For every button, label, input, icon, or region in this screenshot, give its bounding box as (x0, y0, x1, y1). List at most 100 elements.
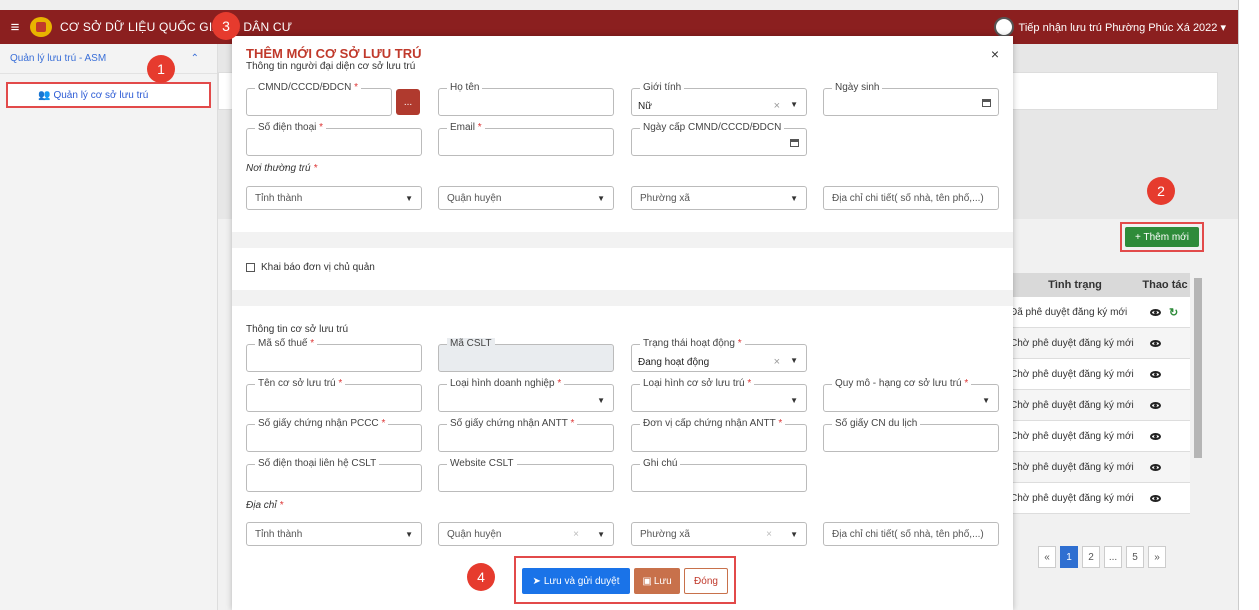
page-last[interactable]: » (1148, 546, 1166, 568)
cmnd-field[interactable]: CMND/CCCD/ĐDCN * (246, 82, 392, 116)
phone-field[interactable]: Số điện thoại * (246, 122, 422, 156)
dob-field[interactable]: Ngày sinh (823, 82, 999, 116)
lodging-type-select[interactable]: Loại hình cơ sở lưu trú * ▼ (631, 378, 807, 412)
business-type-select[interactable]: Loại hình doanh nghiệp * ▼ (438, 378, 614, 412)
users-icon: 👥 (38, 89, 51, 101)
lodging-name-label: Tên cơ sở lưu trú (258, 378, 336, 389)
province-select[interactable]: Tỉnh thành ▼ (246, 186, 422, 210)
issue-date-field[interactable]: Ngày cấp CMND/CCCD/ĐDCN (631, 122, 807, 156)
table-row: Chờ phê duyệt đăng ký mới (1010, 328, 1190, 359)
window-scrollbar[interactable] (1238, 0, 1259, 610)
page-2[interactable]: 2 (1082, 546, 1100, 568)
page-1[interactable]: 1 (1060, 546, 1078, 568)
email-field[interactable]: Email * (438, 122, 614, 156)
close-button[interactable]: Đóng (684, 568, 728, 594)
tax-code-field[interactable]: Mã số thuế * (246, 338, 422, 372)
owner-unit-checkbox-row[interactable]: Khai báo đơn vị chủ quản (246, 262, 375, 273)
user-avatar-icon (993, 17, 1014, 37)
status-select[interactable]: Trạng thái hoạt động * Đang hoạt động × … (631, 338, 807, 372)
scale-select[interactable]: Quy mô - hạng cơ sở lưu trú * ▼ (823, 378, 999, 412)
table-row: Chờ phê duyệt đăng ký mới (1010, 421, 1190, 452)
sidebar-item-quan-ly-co-so[interactable]: 👥 Quản lý cơ sở lưu trú (6, 82, 211, 108)
table-row: Chờ phê duyệt đăng ký mới (1010, 359, 1190, 390)
address-detail-input[interactable]: Địa chỉ chi tiết( số nhà, tên phố,...) (823, 186, 999, 210)
view-icon[interactable] (1150, 432, 1161, 440)
page-5[interactable]: 5 (1126, 546, 1144, 568)
row-status: Chờ phê duyệt đăng ký mới (1010, 461, 1134, 473)
row-status: Đã phê duyệt đăng ký mới (1010, 306, 1128, 318)
window-scrollbar-thumb[interactable] (1242, 4, 1255, 594)
antt-field[interactable]: Số giấy chứng nhận ANTT * (438, 418, 614, 452)
view-icon[interactable] (1150, 463, 1161, 471)
calendar-icon[interactable] (982, 99, 991, 107)
tourism-cert-label: Số giấy CN du lịch (832, 418, 921, 429)
clear-icon[interactable]: × (774, 356, 780, 368)
user-menu[interactable]: Tiếp nhận lưu trú Phường Phúc Xá 2022 ▾ (993, 17, 1226, 37)
status-label: Trạng thái hoạt động (643, 338, 735, 349)
lookup-button[interactable]: ... (396, 89, 420, 115)
divider (232, 290, 1013, 306)
clear-icon[interactable]: × (766, 529, 772, 540)
records-table: Tình trạng Thao tác Đã phê duyệt đăng ký… (1010, 273, 1190, 514)
view-icon[interactable] (1150, 401, 1161, 409)
province-placeholder: Tỉnh thành (255, 193, 303, 204)
page-ellipsis: ... (1104, 546, 1122, 568)
antt-issuer-label: Đơn vị cấp chứng nhận ANTT (643, 418, 776, 429)
refresh-icon[interactable]: ↻ (1169, 306, 1178, 319)
lodging-name-field[interactable]: Tên cơ sở lưu trú * (246, 378, 422, 412)
table-row: Chờ phê duyệt đăng ký mới (1010, 390, 1190, 421)
notes-field[interactable]: Ghi chú (631, 458, 807, 492)
column-header-status: Tình trạng (1048, 279, 1102, 291)
website-label: Website CSLT (447, 458, 517, 469)
view-icon[interactable] (1150, 370, 1161, 378)
table-scrollbar[interactable] (1193, 268, 1203, 518)
full-name-label: Họ tên (447, 82, 483, 93)
app-title: CƠ SỞ DỮ LIỆU QUỐC GIA VỀ DÂN CƯ (60, 20, 293, 34)
full-name-field[interactable]: Họ tên (438, 82, 614, 116)
ward-select[interactable]: Phường xã ▼ (631, 186, 807, 210)
gender-label: Giới tính (640, 82, 685, 93)
scrollbar-thumb[interactable] (1194, 278, 1202, 458)
view-icon[interactable] (1150, 339, 1161, 347)
step-marker-2: 2 (1147, 177, 1175, 205)
lodging-address-detail-input[interactable]: Địa chỉ chi tiết( số nhà, tên phố,...) (823, 522, 999, 546)
hamburger-menu-icon[interactable]: ≡ (0, 19, 30, 36)
tourism-cert-field[interactable]: Số giấy CN du lịch (823, 418, 999, 452)
user-label: Tiếp nhận lưu trú Phường Phúc Xá 2022 ▾ (1018, 21, 1226, 34)
website-field[interactable]: Website CSLT (438, 458, 614, 492)
contact-phone-field[interactable]: Số điện thoại liên hệ CSLT (246, 458, 422, 492)
column-header-actions: Thao tác (1142, 279, 1188, 291)
lodging-province-select[interactable]: Tỉnh thành ▼ (246, 522, 422, 546)
calendar-icon[interactable] (790, 139, 799, 147)
close-icon[interactable]: × (991, 46, 999, 62)
add-new-button[interactable]: + Thêm mới (1125, 227, 1199, 247)
gender-select[interactable]: Giới tính Nữ × ▼ (631, 82, 807, 116)
footer-actions-highlight: ➤ Lưu và gửi duyệt ▣ Lưu Đóng (514, 556, 736, 604)
clear-icon[interactable]: × (774, 100, 780, 112)
view-icon[interactable] (1150, 494, 1161, 502)
lodging-ward-select[interactable]: Phường xã × ▼ (631, 522, 807, 546)
clear-icon[interactable]: × (573, 529, 579, 540)
owner-unit-checkbox[interactable] (246, 263, 255, 272)
chevron-down-icon: ▼ (597, 194, 605, 203)
chevron-down-icon: ▼ (597, 396, 605, 405)
district-select[interactable]: Quận huyện ▼ (438, 186, 614, 210)
email-label: Email (450, 122, 476, 133)
address-detail-placeholder: Địa chỉ chi tiết( số nhà, tên phố,...) (832, 193, 984, 204)
save-and-submit-button[interactable]: ➤ Lưu và gửi duyệt (522, 568, 630, 594)
save-button[interactable]: ▣ Lưu (634, 568, 680, 594)
chevron-down-icon: ▼ (790, 530, 798, 539)
sidebar-group-asm[interactable]: Quản lý lưu trú - ASM ⌃ (0, 44, 217, 74)
contact-phone-label: Số điện thoại liên hệ CSLT (255, 458, 380, 469)
step-marker-1: 1 (147, 55, 175, 83)
pccc-field[interactable]: Số giấy chứng nhận PCCC * (246, 418, 422, 452)
cmnd-label: CMND/CCCD/ĐDCN (258, 82, 352, 93)
antt-issuer-field[interactable]: Đơn vị cấp chứng nhận ANTT * (631, 418, 807, 452)
issue-date-label: Ngày cấp CMND/CCCD/ĐDCN (640, 122, 785, 133)
sidebar-group-label: Quản lý lưu trú - ASM (10, 53, 107, 64)
row-status: Chờ phê duyệt đăng ký mới (1010, 399, 1134, 411)
page-first[interactable]: « (1038, 546, 1056, 568)
view-icon[interactable] (1150, 308, 1161, 316)
pagination: « 1 2 ... 5 » (1038, 546, 1166, 568)
lodging-district-select[interactable]: Quận huyện × ▼ (438, 522, 614, 546)
